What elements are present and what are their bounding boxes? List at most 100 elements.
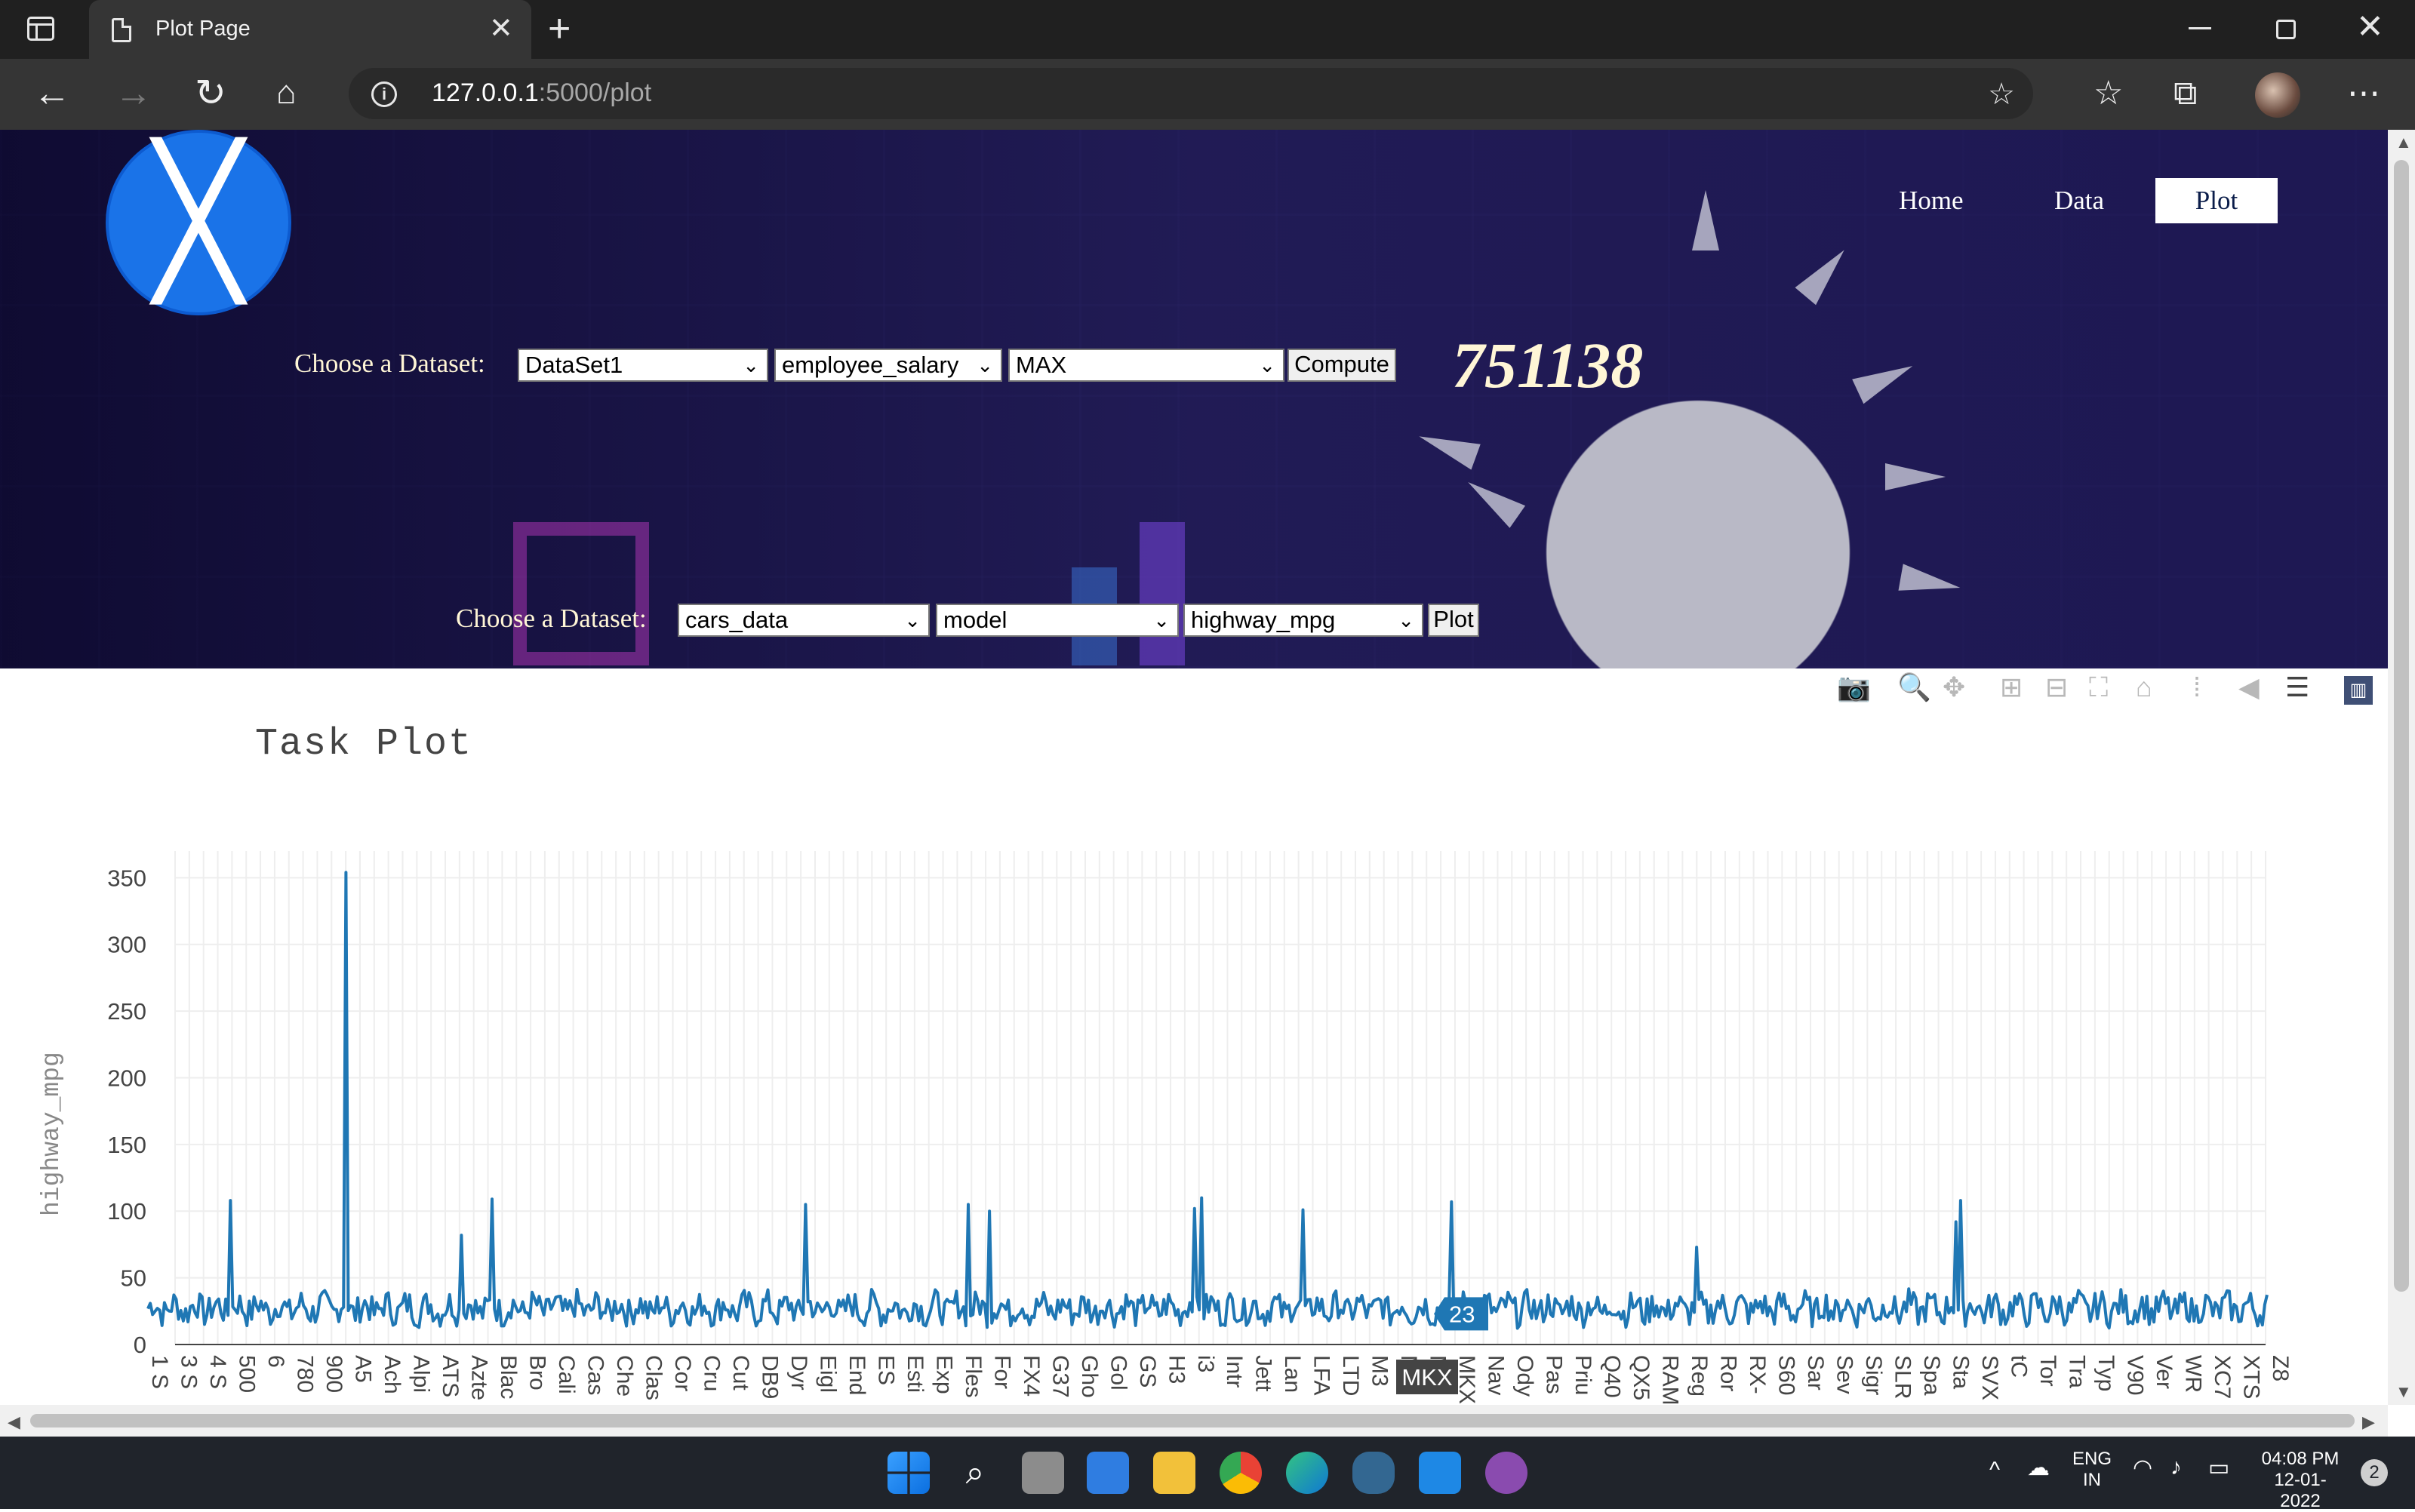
tab-actions-icon[interactable] — [27, 17, 54, 41]
task-view-icon[interactable] — [1022, 1452, 1064, 1494]
x-tick-label: Eigl — [815, 1355, 840, 1393]
page-viewport: ╳ Home Data Plot Choose a Dataset: DataS… — [0, 130, 2388, 1405]
forward-icon[interactable]: → — [115, 71, 152, 115]
profile-avatar[interactable] — [2255, 72, 2300, 118]
x-tick-label: QX5 — [1629, 1355, 1654, 1400]
chrome-icon[interactable] — [1220, 1452, 1262, 1494]
x-tick-label: GS — [1135, 1355, 1160, 1388]
edge-icon[interactable] — [1286, 1452, 1328, 1494]
x-tick-label: Intr — [1222, 1355, 1247, 1388]
restore-icon[interactable] — [2276, 20, 2296, 39]
x-tick-label: M3 — [1367, 1355, 1392, 1387]
y-tick-label: 300 — [107, 932, 146, 958]
refresh-icon[interactable]: ↻ — [195, 71, 226, 115]
clock-date: 12-01-2022 — [2274, 1470, 2327, 1511]
search-icon[interactable]: ⌕ — [954, 1452, 996, 1494]
collections-icon[interactable]: ⧉ — [2174, 72, 2197, 115]
x-tick-label: Azte — [466, 1355, 491, 1400]
x-tick-label: RX- — [1745, 1355, 1770, 1394]
minimize-icon[interactable] — [2189, 27, 2211, 29]
x-tick-label: Clas — [641, 1355, 666, 1400]
y-tick-label: 350 — [107, 865, 146, 891]
x-tick-label: Cor — [670, 1355, 695, 1391]
x-tick-label: 500 — [234, 1355, 259, 1393]
vscode-icon[interactable] — [1419, 1452, 1461, 1494]
plot-area[interactable]: 0 50 100 150 200 250 300 350 1 S3 S4 S 500 6 780 900… — [0, 130, 2388, 1405]
volume-icon[interactable]: ♪ — [2170, 1455, 2182, 1480]
x-tick-label: Fles — [961, 1355, 986, 1398]
page-icon — [112, 18, 131, 42]
close-tab-icon[interactable]: ✕ — [489, 14, 513, 44]
x-tick-label: Lan — [1280, 1355, 1305, 1393]
scroll-right-icon[interactable]: ▶ — [2362, 1412, 2375, 1432]
x-tick-label: Ver — [2152, 1355, 2177, 1389]
x-tick-label: Cut — [728, 1355, 753, 1391]
x-tick-label: tC — [2007, 1355, 2032, 1378]
home-icon[interactable]: ⌂ — [276, 71, 297, 115]
x-tick-label: Sev — [1832, 1355, 1857, 1394]
x-tick-label: Esti — [903, 1355, 928, 1393]
x-tick-label: 780 — [292, 1355, 317, 1393]
scroll-down-icon[interactable]: ▼ — [2395, 1382, 2412, 1402]
x-tick-label: FX4 — [1019, 1355, 1044, 1397]
x-tick-label: Sigr — [1861, 1355, 1886, 1395]
x-tick-label: LFA — [1309, 1355, 1334, 1395]
wifi-icon[interactable]: ◠ — [2133, 1455, 2152, 1481]
browser-toolbar: ← → ↻ ⌂ i 127.0.0.1:5000/plot ☆ ☆ ⧉ ⋯ — [0, 59, 2415, 130]
add-favorite-icon[interactable]: ☆ — [1988, 77, 2015, 112]
x-tick-label: Cali — [554, 1355, 579, 1394]
scroll-up-icon[interactable]: ▲ — [2395, 133, 2412, 152]
onedrive-icon[interactable]: ☁ — [2027, 1455, 2050, 1481]
scroll-left-icon[interactable]: ◀ — [8, 1412, 20, 1432]
vertical-scroll-thumb[interactable] — [2394, 160, 2409, 1292]
horizontal-scroll-thumb[interactable] — [30, 1414, 2355, 1427]
show-hidden-icons-icon[interactable]: ^ — [1989, 1458, 2000, 1483]
widgets-icon[interactable] — [1087, 1452, 1129, 1494]
notification-badge[interactable]: 2 — [2361, 1459, 2388, 1486]
github-icon[interactable] — [1485, 1452, 1527, 1494]
browser-tab-active[interactable]: Plot Page ✕ — [89, 0, 531, 59]
battery-icon[interactable]: ▭ — [2208, 1455, 2229, 1481]
vertical-scrollbar[interactable]: ▲ ▼ — [2388, 130, 2415, 1405]
site-info-icon[interactable]: i — [371, 81, 397, 107]
clock-time: 04:08 PM — [2261, 1449, 2340, 1469]
x-tick-label: 900 — [321, 1355, 346, 1393]
x-tick-label: Alpi — [408, 1355, 433, 1393]
horizontal-scrollbar[interactable]: ◀ ▶ — [0, 1405, 2388, 1437]
postgres-icon[interactable] — [1352, 1452, 1395, 1494]
new-tab-icon[interactable]: + — [548, 9, 571, 48]
start-icon[interactable] — [888, 1452, 930, 1494]
window-close-icon[interactable]: ✕ — [2356, 11, 2384, 44]
x-tick-label: MKX — [1454, 1355, 1479, 1404]
x-tick-label: Tra — [2065, 1355, 2090, 1388]
file-explorer-icon[interactable] — [1153, 1452, 1195, 1494]
x-tick-label: ATS — [438, 1355, 463, 1397]
hover-value: 23 — [1449, 1301, 1475, 1327]
y-tick-label: 50 — [121, 1265, 146, 1292]
url-text: 127.0.0.1:5000/plot — [432, 78, 652, 107]
browser-tab-strip: Plot Page ✕ + ✕ — [0, 0, 2415, 59]
x-tick-label: Jett — [1251, 1355, 1276, 1392]
x-tick-label: A5 — [350, 1355, 375, 1383]
clock[interactable]: 04:08 PM 12-01-2022 — [2255, 1449, 2346, 1512]
x-tick-label: RAM — [1658, 1355, 1683, 1405]
x-tick-label: Priu — [1571, 1355, 1595, 1395]
x-tick-label: Dyr — [786, 1355, 811, 1391]
back-icon[interactable]: ← — [33, 71, 71, 115]
x-tick-label: SVX — [1977, 1355, 2002, 1400]
x-tick-label: Blac — [496, 1355, 521, 1399]
y-tick-label: 200 — [107, 1065, 146, 1091]
y-tick-label: 100 — [107, 1198, 146, 1225]
favorites-icon[interactable]: ☆ — [2094, 72, 2123, 115]
x-tick-label: Tor — [2035, 1355, 2060, 1387]
settings-more-icon[interactable]: ⋯ — [2347, 72, 2380, 115]
address-bar[interactable]: i 127.0.0.1:5000/plot ☆ — [349, 68, 2033, 119]
x-tick-label: End — [844, 1355, 869, 1395]
x-tick-label: Pas — [1542, 1355, 1567, 1394]
language-indicator[interactable]: ENG IN — [2072, 1449, 2112, 1491]
x-tick-label: LTD — [1338, 1355, 1363, 1396]
hover-x-label: MKX — [1401, 1364, 1453, 1391]
region-code: IN — [2083, 1470, 2101, 1490]
x-tick-label: WR — [2181, 1355, 2206, 1393]
x-tick-label: Spa — [1919, 1355, 1944, 1396]
